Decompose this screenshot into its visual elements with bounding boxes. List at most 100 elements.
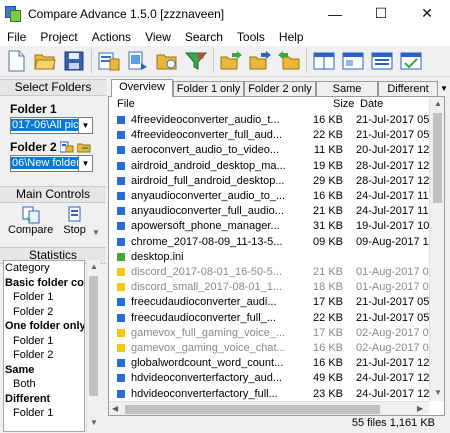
file-row[interactable]: anyaudioconverter_audio_to_... 16 KB 24-Ju…: [109, 188, 429, 204]
file-row[interactable]: hdvideoconverterfactory_full... 23 KB 24-J…: [109, 386, 429, 402]
menu-view[interactable]: View: [138, 30, 178, 44]
menu-actions[interactable]: Actions: [85, 30, 138, 44]
folder-browse-icon[interactable]: [59, 141, 74, 153]
tab-different[interactable]: Different: [378, 81, 438, 97]
toolbar: [0, 46, 450, 77]
menu-help[interactable]: Help: [272, 30, 311, 44]
file-date: 21-Jul-2017 12:: [356, 357, 429, 370]
folder-swap-icon[interactable]: [76, 141, 91, 153]
statistics-item[interactable]: Folder 2: [4, 348, 84, 363]
file-name: aeroconvert_audio_to_video...: [131, 144, 279, 157]
blue-status-icon: [117, 389, 125, 398]
file-row[interactable]: desktop.ini: [109, 249, 429, 265]
tab-scroll-arrow[interactable]: ▼: [439, 83, 449, 95]
column-size[interactable]: Size: [333, 98, 354, 110]
stop-icon: [68, 206, 81, 222]
folder2-value: 06\New folder: [11, 157, 79, 169]
statistics-item[interactable]: Folder 1: [4, 406, 84, 421]
file-row[interactable]: freecudaudioconverter_full_... 22 KB 21-Ju…: [109, 310, 429, 326]
open-project-icon[interactable]: [97, 49, 121, 73]
file-row[interactable]: aeroconvert_audio_to_video... 11 KB 20-Jul…: [109, 142, 429, 158]
file-size: 23 KB: [313, 387, 343, 400]
main-controls: Compare Stop ▼: [0, 203, 106, 247]
copy-right-icon[interactable]: [219, 49, 243, 73]
file-name: 4freevideoconverter_full_aud...: [131, 129, 283, 142]
file-row[interactable]: freecudaudioconverter_audi... 17 KB 21-Jul…: [109, 294, 429, 310]
file-row[interactable]: 4freevideoconverter_full_aud... 22 KB 21-J…: [109, 127, 429, 143]
file-name: anyaudioconverter_full_audio...: [131, 205, 284, 218]
folder1-dropdown-button[interactable]: ▼: [79, 117, 93, 134]
menu-tools[interactable]: Tools: [230, 30, 272, 44]
file-row[interactable]: discord_2017-08-01_16-50-5... 21 KB 01-Aug…: [109, 264, 429, 280]
file-row[interactable]: discord_small_2017-08-01_1... 18 KB 01-Aug…: [109, 279, 429, 295]
statistics-item[interactable]: Same: [4, 363, 84, 378]
file-row[interactable]: hdvideoconverterfactory_aud... 49 KB 24-Ju…: [109, 370, 429, 386]
menu-project[interactable]: Project: [33, 30, 84, 44]
file-row[interactable]: anyaudioconverter_full_audio... 21 KB 24-J…: [109, 203, 429, 219]
menu-search[interactable]: Search: [178, 30, 230, 44]
folder1-input[interactable]: 017-06\All pics: [10, 117, 79, 134]
folder2-input[interactable]: 06\New folder: [10, 155, 79, 172]
file-name: gamevox_full_gaming_voice_...: [131, 326, 286, 339]
statistics-item[interactable]: Folder 2: [4, 305, 84, 320]
tab-folder2-only[interactable]: Folder 2 only: [244, 81, 316, 97]
menu-file[interactable]: File: [0, 30, 33, 44]
move-right-icon[interactable]: [248, 49, 272, 73]
new-file-icon[interactable]: [4, 49, 28, 73]
compare-view-icon[interactable]: [312, 49, 336, 73]
window-icon[interactable]: [341, 49, 365, 73]
file-row[interactable]: airdroid_android_desktop_ma... 19 KB 28-Ju…: [109, 158, 429, 174]
main-controls-title: Main Controls: [0, 186, 106, 203]
file-row[interactable]: globalwordcount_word_count... 16 KB 21-Jul…: [109, 355, 429, 371]
maximize-button[interactable]: ☐: [358, 0, 404, 27]
minimize-button[interactable]: —: [312, 0, 358, 27]
statistics-item[interactable]: One folder only: [4, 319, 84, 334]
check-icon[interactable]: [399, 49, 423, 73]
compare-label: Compare: [8, 224, 54, 236]
file-list-hscroll[interactable]: ◀ ▶: [109, 401, 429, 415]
blue-status-icon: [117, 374, 125, 383]
file-date: 19-Jul-2017 10:: [356, 220, 429, 233]
file-list-vscroll[interactable]: ▲ ▼: [429, 97, 444, 401]
file-name: anyaudioconverter_audio_to_...: [131, 190, 286, 202]
blue-status-icon: [117, 313, 125, 322]
statistics-item[interactable]: Category: [4, 261, 84, 276]
statistics-item[interactable]: Both: [4, 377, 84, 392]
column-file[interactable]: File: [117, 98, 135, 110]
statistics-item[interactable]: Basic folder cont: [4, 276, 84, 291]
file-list-header: File Size Date: [109, 97, 429, 111]
file-row[interactable]: gamevox_gaming_voice_chat... 16 KB 02-Aug-…: [109, 340, 429, 356]
filter-icon[interactable]: [184, 49, 208, 73]
folder1-label-row: Folder 1: [10, 102, 106, 116]
export-icon[interactable]: [126, 49, 150, 73]
list-view-icon[interactable]: [370, 49, 394, 73]
file-row[interactable]: chrome_2017-08-09_11-13-5... 09 KB 09-Aug-…: [109, 234, 429, 250]
file-row[interactable]: 4freevideoconverter_audio_t... 16 KB 21-Ju…: [109, 112, 429, 128]
file-row[interactable]: airdroid_full_android_desktop... 29 KB 28-…: [109, 173, 429, 189]
file-date: 24-Jul-2017 11:: [356, 190, 429, 202]
tab-overview[interactable]: Overview: [111, 79, 173, 97]
blue-status-icon: [117, 222, 125, 231]
statistics-item[interactable]: Folder 1: [4, 290, 84, 305]
open-folder-icon[interactable]: [33, 49, 57, 73]
statistics-item[interactable]: Different: [4, 392, 84, 407]
compare-button[interactable]: Compare: [8, 206, 53, 236]
file-row[interactable]: gamevox_full_gaming_voice_... 17 KB 02-Aug…: [109, 325, 429, 341]
right-panel: Overview Folder 1 only Folder 2 only Sam…: [108, 79, 450, 433]
close-button[interactable]: ✕: [404, 0, 450, 27]
file-row[interactable]: apowersoft_phone_manager... 31 KB 19-Jul-2…: [109, 218, 429, 234]
save-icon[interactable]: [62, 49, 86, 73]
controls-scroll-arrow[interactable]: ▼: [92, 228, 100, 237]
file-size: 22 KB: [313, 311, 343, 324]
statistics-item[interactable]: Folder 1: [4, 334, 84, 349]
column-date[interactable]: Date: [360, 98, 383, 110]
file-size: 17 KB: [313, 296, 343, 309]
folder-icon[interactable]: [155, 49, 179, 73]
statistics-scrollbar[interactable]: ▲ ▼: [86, 260, 100, 432]
tab-folder1-only[interactable]: Folder 1 only: [173, 81, 244, 97]
folder2-dropdown-button[interactable]: ▼: [79, 155, 93, 172]
copy-left-icon[interactable]: [277, 49, 301, 73]
stop-button[interactable]: Stop: [63, 206, 86, 236]
tab-same[interactable]: Same: [316, 81, 378, 97]
file-name: freecudaudioconverter_full_...: [131, 311, 276, 324]
